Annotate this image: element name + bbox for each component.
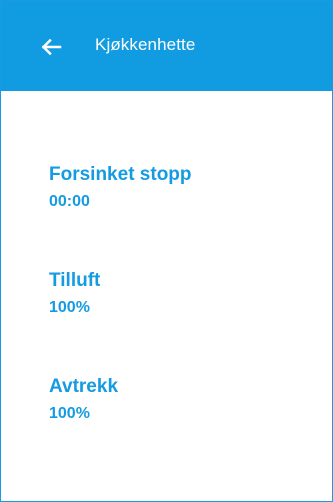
delayed-stop-label: Forsinket stopp [49, 164, 192, 185]
extract-air-value: 100% [49, 405, 90, 422]
delayed-stop-setting[interactable]: Forsinket stopp 00:00 [49, 163, 289, 269]
supply-air-label: Tilluft [49, 270, 101, 291]
back-button[interactable] [34, 30, 68, 64]
settings-list: Forsinket stopp 00:00 Tilluft 100% Avtre… [49, 163, 289, 481]
arrow-left-icon [41, 38, 62, 56]
supply-air-value: 100% [49, 299, 90, 316]
extract-air-setting[interactable]: Avtrekk 100% [49, 375, 289, 481]
page-title: Kjøkkenhette [95, 35, 196, 54]
kitchen-hood-screen: Kjøkkenhette Forsinket stopp 00:00 Tillu… [0, 0, 333, 502]
delayed-stop-value: 00:00 [49, 193, 90, 210]
app-header: Kjøkkenhette [1, 1, 332, 91]
supply-air-setting[interactable]: Tilluft 100% [49, 269, 289, 375]
extract-air-label: Avtrekk [49, 376, 119, 397]
